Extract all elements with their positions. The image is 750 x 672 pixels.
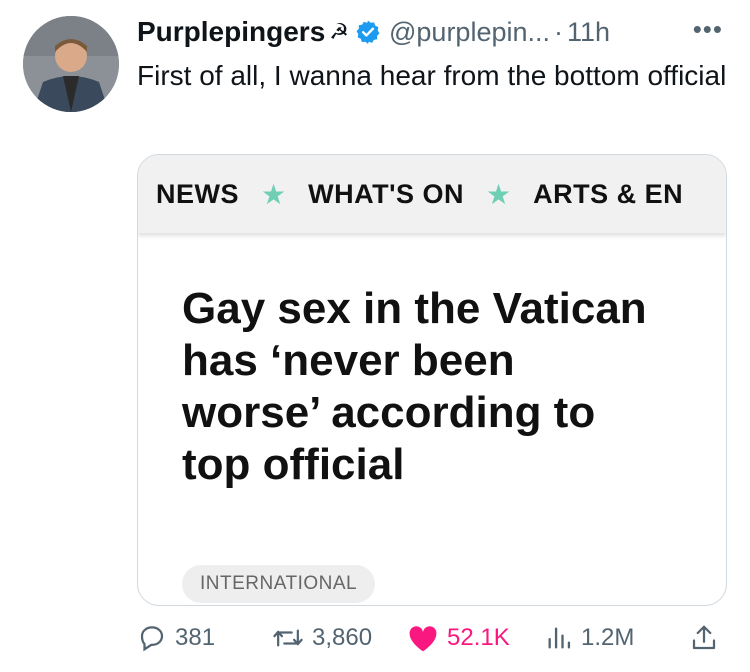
avatar[interactable] [23, 16, 119, 112]
views-button[interactable]: 1.2M [545, 616, 634, 660]
card-category-tag: INTERNATIONAL [182, 565, 376, 603]
tweet-header: Purplepingers ☭ @purplepin... · 11h ••• [137, 10, 737, 54]
card-headline: Gay sex in the Vatican has ‘never been w… [182, 284, 647, 489]
share-icon [692, 625, 716, 650]
heart-icon [409, 626, 437, 652]
author-emoji: ☭ [329, 19, 349, 44]
action-bar: 381 3,860 52.1K 1.2M [137, 616, 737, 660]
card-nav-arts: ARTS & EN [533, 178, 684, 209]
star-icon: ★ [486, 178, 512, 210]
reply-count: 381 [175, 624, 216, 651]
verified-icon [356, 20, 380, 44]
share-button[interactable] [689, 616, 727, 660]
card-nav-bar: NEWS ★ WHAT'S ON ★ ARTS & EN [138, 155, 726, 233]
link-card[interactable]: NEWS ★ WHAT'S ON ★ ARTS & EN Gay sex in … [137, 154, 727, 606]
author-display-name[interactable]: Purplepingers [137, 16, 325, 48]
like-count: 52.1K [447, 624, 510, 651]
tweet-text: First of all, I wanna hear from the bott… [137, 60, 727, 91]
view-count: 1.2M [581, 624, 635, 651]
star-icon: ★ [261, 178, 287, 210]
card-nav-whats-on: WHAT'S ON [308, 178, 465, 209]
tweet-timestamp[interactable]: 11h [567, 17, 610, 48]
avatar-image [23, 16, 119, 112]
retweet-count: 3,860 [312, 624, 373, 651]
author-handle[interactable]: @purplepin... [389, 17, 550, 48]
card-nav-news: NEWS [156, 178, 239, 209]
like-button[interactable]: 52.1K [407, 616, 510, 660]
reply-icon [140, 626, 164, 652]
more-icon[interactable]: ••• [693, 14, 723, 45]
header-separator: · [554, 16, 563, 47]
reply-button[interactable]: 381 [137, 616, 215, 660]
views-icon [548, 627, 571, 649]
retweet-icon [273, 629, 303, 647]
retweet-button[interactable]: 3,860 [272, 616, 372, 660]
